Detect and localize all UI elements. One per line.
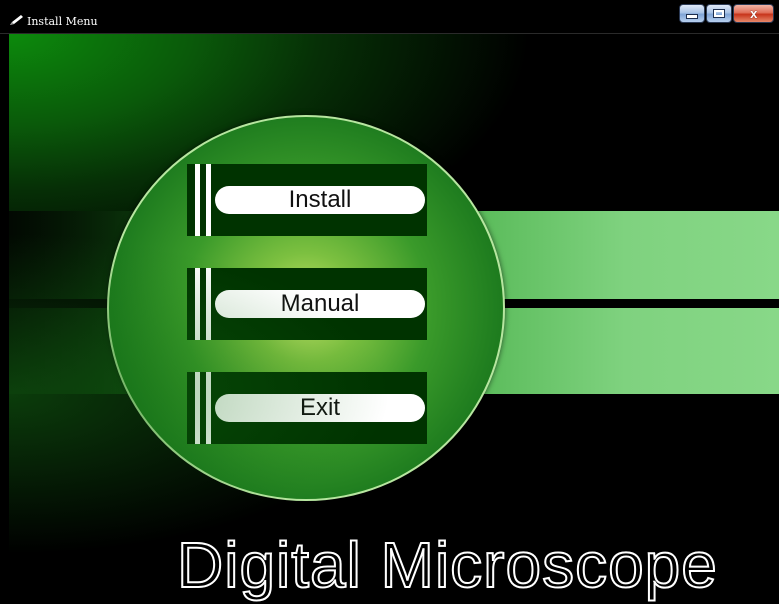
brand-title: Digital Microscope xyxy=(176,528,718,602)
install-button[interactable]: Install xyxy=(187,164,427,236)
install-label: Install xyxy=(215,186,425,214)
button-bar xyxy=(195,164,200,236)
button-bar xyxy=(206,372,211,444)
install-menu-window: Install Menu x Install Manual Exit Digit… xyxy=(0,0,779,604)
maximize-button[interactable] xyxy=(706,4,733,23)
button-bar xyxy=(195,372,200,444)
pencil-icon xyxy=(10,15,23,25)
button-bar xyxy=(195,268,200,340)
close-icon: x xyxy=(750,6,758,21)
title-bar[interactable]: Install Menu x xyxy=(0,0,779,34)
window-title: Install Menu xyxy=(27,15,98,28)
button-bar xyxy=(206,164,211,236)
maximize-icon xyxy=(713,9,726,18)
button-bar xyxy=(206,268,211,340)
minimize-button[interactable] xyxy=(679,4,706,23)
exit-label: Exit xyxy=(215,394,425,422)
manual-label: Manual xyxy=(215,290,425,318)
exit-button[interactable]: Exit xyxy=(187,372,427,444)
manual-button[interactable]: Manual xyxy=(187,268,427,340)
menu-canvas: Install Manual Exit Digital Microscope xyxy=(9,34,779,604)
close-button[interactable]: x xyxy=(733,4,775,23)
window-controls: x xyxy=(679,4,775,25)
minimize-icon xyxy=(686,14,699,19)
